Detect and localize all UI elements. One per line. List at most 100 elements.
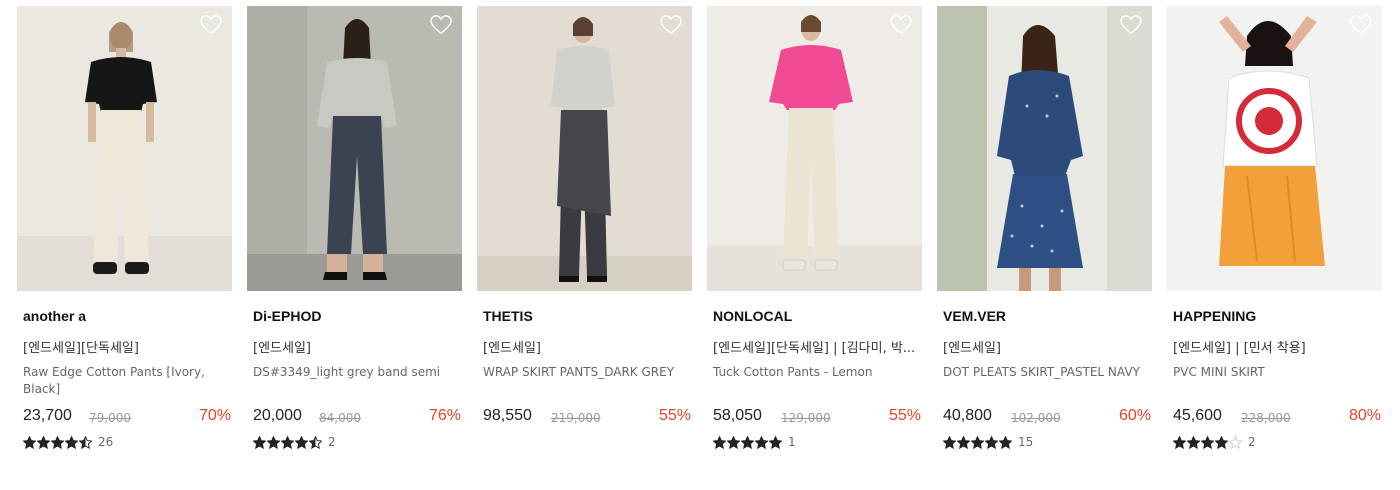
sale-tag: [엔드세일][단독세일]: [23, 341, 139, 356]
product-card[interactable]: HAPPENING [엔드세일] | [민서 착용] PVC MINI SKIR…: [1167, 6, 1382, 476]
price-row: 98,550 219,000 55%: [483, 407, 691, 429]
original-price: 219,000: [551, 411, 601, 425]
star-full-icon: [23, 435, 36, 449]
star-full-icon: [985, 435, 998, 449]
discount-rate: 70%: [198, 407, 231, 424]
product-card[interactable]: Di-EPHOD [엔드세일] DS#3349_light grey band …: [247, 6, 462, 476]
product-image[interactable]: [937, 6, 1152, 291]
star-full-icon: [1173, 435, 1186, 449]
price-row: 58,050 129,000 55%: [713, 407, 921, 429]
discount-rate: 76%: [428, 407, 461, 424]
sale-tag: [엔드세일]: [943, 341, 1001, 356]
star-full-icon: [769, 435, 782, 449]
star-full-icon: [37, 435, 50, 449]
review-count: 1: [788, 435, 796, 449]
heart-icon[interactable]: [660, 15, 682, 35]
review-count: 2: [328, 435, 336, 449]
review-count: 15: [1018, 435, 1034, 449]
discount-rate: 80%: [1348, 407, 1381, 424]
price-row: 20,000 84,000 76%: [253, 407, 461, 429]
discount-rate: 55%: [658, 407, 691, 424]
star-full-icon: [713, 435, 726, 449]
star-half-icon: [309, 435, 322, 449]
star-full-icon: [1215, 435, 1228, 449]
star-rating: [253, 435, 322, 449]
sale-price: 23,700: [23, 407, 72, 424]
heart-icon[interactable]: [890, 15, 912, 35]
product-name[interactable]: WRAP SKIRT PANTS_DARK GREY: [483, 364, 691, 381]
star-full-icon: [957, 435, 970, 449]
product-card[interactable]: THETIS [엔드세일] WRAP SKIRT PANTS_DARK GREY…: [477, 6, 692, 476]
heart-icon[interactable]: [1120, 15, 1142, 35]
brand-name[interactable]: VEM.VER: [943, 308, 1006, 324]
brand-name[interactable]: NONLOCAL: [713, 308, 792, 324]
product-image[interactable]: [1167, 6, 1382, 291]
star-rating: [713, 435, 782, 449]
brand-name[interactable]: THETIS: [483, 308, 533, 324]
star-rating: [1173, 435, 1242, 449]
original-price: 84,000: [319, 411, 361, 425]
rating: 26: [23, 434, 113, 450]
rating: 1: [713, 434, 796, 450]
price-row: 40,800 102,000 60%: [943, 407, 1151, 429]
product-name[interactable]: Tuck Cotton Pants - Lemon: [713, 364, 921, 381]
discount-rate: 60%: [1118, 407, 1151, 424]
price-row: 45,600 228,000 80%: [1173, 407, 1381, 429]
rating: 2: [1173, 434, 1256, 450]
star-full-icon: [943, 435, 956, 449]
review-count: 2: [1248, 435, 1256, 449]
star-full-icon: [295, 435, 308, 449]
product-image[interactable]: [477, 6, 692, 291]
star-empty-icon: [1229, 435, 1242, 449]
brand-name[interactable]: HAPPENING: [1173, 308, 1256, 324]
price-row: 23,700 79,000 70%: [23, 407, 231, 429]
sale-price: 40,800: [943, 407, 992, 424]
star-full-icon: [281, 435, 294, 449]
sale-tag: [엔드세일][단독세일] | [김다미, 박...: [713, 341, 916, 356]
rating: 15: [943, 434, 1033, 450]
product-image[interactable]: [707, 6, 922, 291]
heart-icon[interactable]: [200, 15, 222, 35]
sale-tag: [엔드세일] | [민서 착용]: [1173, 341, 1306, 356]
star-full-icon: [1187, 435, 1200, 449]
rating: 2: [253, 434, 336, 450]
original-price: 129,000: [781, 411, 831, 425]
heart-icon[interactable]: [430, 15, 452, 35]
star-rating: [943, 435, 1012, 449]
sale-tag: [엔드세일]: [253, 341, 311, 356]
star-full-icon: [999, 435, 1012, 449]
product-card[interactable]: NONLOCAL [엔드세일][단독세일] | [김다미, 박... Tuck …: [707, 6, 922, 476]
star-full-icon: [755, 435, 768, 449]
star-half-icon: [79, 435, 92, 449]
star-full-icon: [1201, 435, 1214, 449]
original-price: 102,000: [1011, 411, 1061, 425]
product-name[interactable]: DS#3349_light grey band semi: [253, 364, 461, 381]
brand-name[interactable]: Di-EPHOD: [253, 308, 321, 324]
product-card[interactable]: VEM.VER [엔드세일] DOT PLEATS SKIRT_PASTEL N…: [937, 6, 1152, 476]
sale-tag: [엔드세일]: [483, 341, 541, 356]
star-rating: [23, 435, 92, 449]
star-full-icon: [51, 435, 64, 449]
sale-price: 45,600: [1173, 407, 1222, 424]
star-full-icon: [727, 435, 740, 449]
product-name[interactable]: DOT PLEATS SKIRT_PASTEL NAVY: [943, 364, 1151, 381]
product-name[interactable]: Raw Edge Cotton Pants [Ivory, Black]: [23, 364, 231, 398]
brand-name[interactable]: another a: [23, 308, 86, 324]
star-full-icon: [741, 435, 754, 449]
sale-price: 98,550: [483, 407, 532, 424]
star-full-icon: [267, 435, 280, 449]
star-full-icon: [971, 435, 984, 449]
heart-icon[interactable]: [1350, 15, 1372, 35]
product-card[interactable]: another a [엔드세일][단독세일] Raw Edge Cotton P…: [17, 6, 232, 476]
sale-price: 58,050: [713, 407, 762, 424]
sale-price: 20,000: [253, 407, 302, 424]
product-image[interactable]: [17, 6, 232, 291]
star-full-icon: [65, 435, 78, 449]
original-price: 79,000: [89, 411, 131, 425]
review-count: 26: [98, 435, 114, 449]
original-price: 228,000: [1241, 411, 1291, 425]
star-full-icon: [253, 435, 266, 449]
product-image[interactable]: [247, 6, 462, 291]
discount-rate: 55%: [888, 407, 921, 424]
product-name[interactable]: PVC MINI SKIRT: [1173, 364, 1381, 381]
